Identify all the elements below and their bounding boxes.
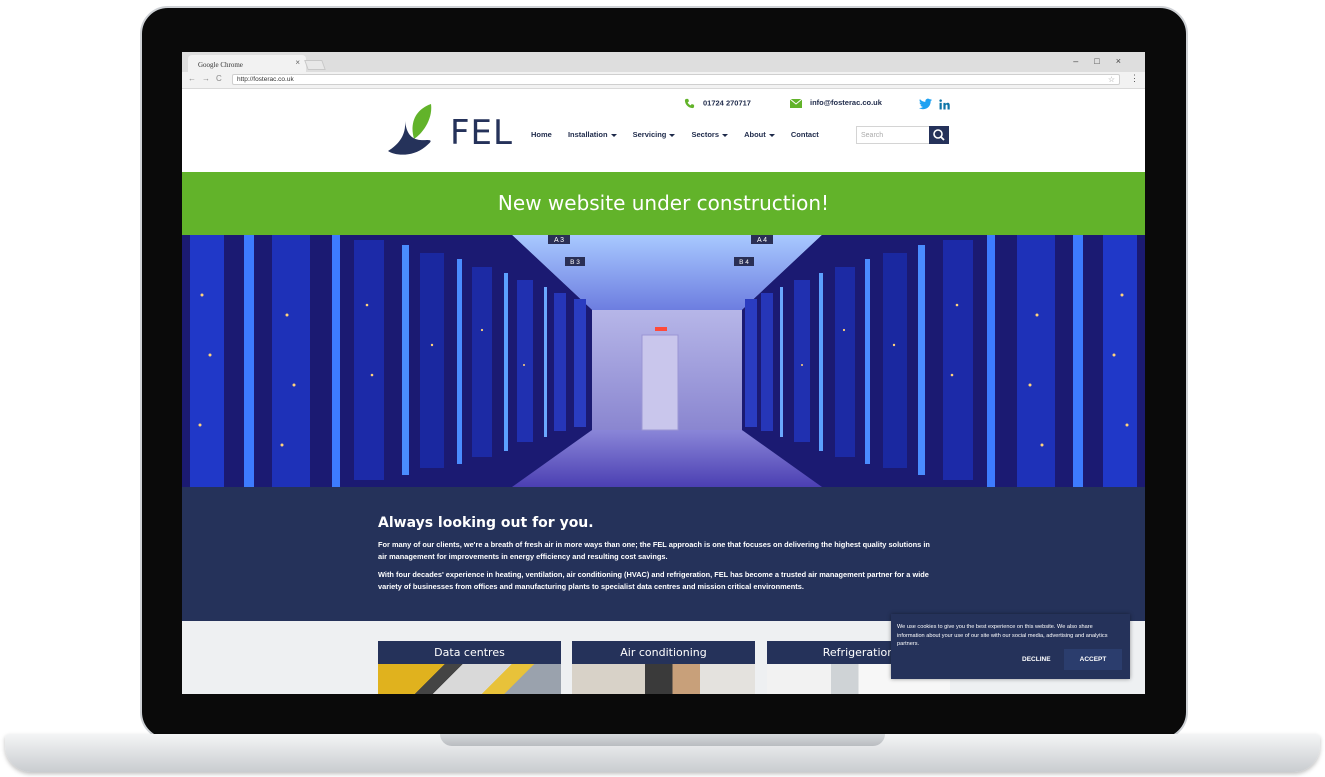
phone-number: 01724 270717 xyxy=(703,98,751,108)
phone-contact[interactable]: 01724 270717 xyxy=(684,98,751,109)
card-title: Data centres xyxy=(378,641,561,664)
aisle-sign-b3: B 3 xyxy=(570,259,580,266)
browser-menu-icon[interactable]: ⋮ xyxy=(1130,73,1139,84)
address-bar[interactable]: http://fosterac.co.uk ☆ xyxy=(232,74,1120,85)
hero-datacentre-image: A 3 A 4 B 3 B 4 xyxy=(182,235,1145,487)
chevron-down-icon xyxy=(610,133,617,137)
about-paragraph-1: For many of our clients, we're a breath … xyxy=(378,540,930,561)
construction-banner: New website under construction! xyxy=(182,172,1145,235)
card-data-centres[interactable]: Data centres xyxy=(378,641,561,694)
browser-nav-buttons[interactable]: ←→C xyxy=(188,74,228,83)
card-air-conditioning[interactable]: Air conditioning xyxy=(572,641,755,694)
browser-tab-title: Google Chrome xyxy=(198,61,243,69)
aisle-sign-a4: A 4 xyxy=(757,237,767,244)
window-controls[interactable]: –□× xyxy=(1073,56,1137,66)
site-logo[interactable]: FEL xyxy=(387,103,512,158)
new-tab-button[interactable] xyxy=(304,60,326,70)
bookmark-star-icon[interactable]: ☆ xyxy=(1108,75,1115,84)
mail-icon xyxy=(789,98,803,108)
cookie-text: We use cookies to give you the best expe… xyxy=(897,624,1108,647)
browser-tab-bar: Google Chrome × –□× xyxy=(182,52,1145,72)
browser-tab[interactable]: Google Chrome × xyxy=(188,55,306,72)
nav-about[interactable]: About xyxy=(744,130,775,139)
card-title: Air conditioning xyxy=(572,641,755,664)
site-header: FEL 01724 270717 info@fosterac.co.uk Hom… xyxy=(182,89,1145,172)
nav-sectors[interactable]: Sectors xyxy=(691,130,728,139)
nav-installation[interactable]: Installation xyxy=(568,130,617,139)
search-input[interactable]: Search xyxy=(856,126,930,144)
search-button[interactable] xyxy=(929,126,949,144)
linkedin-icon xyxy=(939,99,950,110)
address-bar-url: http://fosterac.co.uk xyxy=(237,76,294,83)
cookie-notice: We use cookies to give you the best expe… xyxy=(891,614,1130,679)
main-nav: Home Installation Servicing Sectors Abou… xyxy=(531,130,833,139)
laptop-screen: Google Chrome × –□× ←→C http://fosterac.… xyxy=(182,52,1145,694)
leaf-logo-icon xyxy=(388,104,432,155)
about-section: Always looking out for you. For many of … xyxy=(182,487,1145,621)
twitter-icon xyxy=(919,98,932,110)
aisle-sign-a3: A 3 xyxy=(554,237,564,244)
cookie-accept-button[interactable]: ACCEPT xyxy=(1064,649,1122,670)
card-image xyxy=(572,664,755,694)
nav-sectors-label: Sectors xyxy=(691,130,719,139)
phone-icon xyxy=(684,98,695,109)
about-paragraph-2: With four decades' experience in heating… xyxy=(378,570,929,591)
nav-about-label: About xyxy=(744,130,766,139)
email-address: info@fosterac.co.uk xyxy=(810,98,882,107)
search-icon xyxy=(933,129,945,141)
linkedin-link[interactable] xyxy=(939,97,950,115)
chevron-down-icon xyxy=(722,133,728,137)
chevron-down-icon xyxy=(669,133,676,137)
laptop-notch xyxy=(440,734,885,746)
nav-contact[interactable]: Contact xyxy=(791,130,819,139)
cookie-decline-button[interactable]: DECLINE xyxy=(1022,656,1051,663)
browser-toolbar: ←→C http://fosterac.co.uk ☆ ⋮ xyxy=(182,72,1145,89)
logo-text: FEL xyxy=(450,113,513,153)
server-room-illustration: A 3 A 4 B 3 B 4 xyxy=(182,235,1145,487)
email-contact[interactable]: info@fosterac.co.uk xyxy=(789,98,882,108)
nav-home[interactable]: Home xyxy=(531,130,552,139)
tab-close-icon[interactable]: × xyxy=(295,58,300,67)
twitter-link[interactable] xyxy=(919,97,932,115)
chevron-down-icon xyxy=(768,133,775,137)
aisle-sign-b4: B 4 xyxy=(739,259,749,266)
nav-servicing-label: Servicing xyxy=(632,130,667,139)
nav-installation-label: Installation xyxy=(567,130,608,139)
about-heading: Always looking out for you. xyxy=(378,515,594,531)
card-image xyxy=(378,664,561,694)
nav-servicing[interactable]: Servicing xyxy=(633,130,676,139)
